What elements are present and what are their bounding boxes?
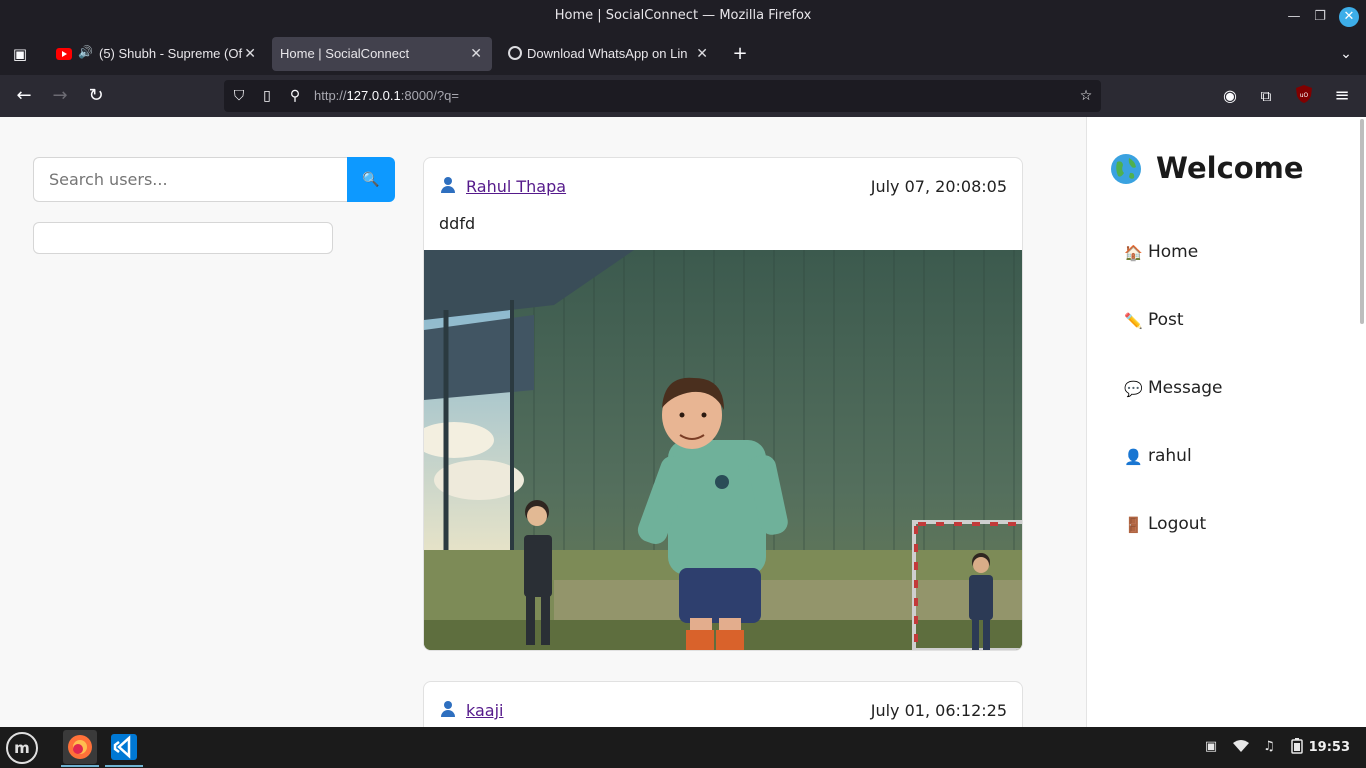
user-icon: [440, 177, 456, 193]
music-icon[interactable]: ♫: [1260, 738, 1278, 756]
whatsapp-icon: [508, 46, 522, 60]
sidebar-item-label: Post: [1148, 310, 1184, 330]
welcome-heading: Welcome: [1156, 151, 1304, 185]
tab-socialconnect[interactable]: Home | SocialConnect ✕: [272, 37, 492, 71]
shield-icon[interactable]: ⛉: [230, 87, 248, 105]
sidebar-item-label: Logout: [1148, 514, 1207, 534]
vscode-taskbar-icon[interactable]: [105, 730, 143, 767]
clipboard-icon[interactable]: ▣: [1202, 738, 1220, 756]
youtube-icon: [56, 48, 72, 60]
list-tabs-chevron-icon[interactable]: ⌄: [1334, 42, 1358, 66]
svg-text:uO: uO: [1300, 92, 1309, 99]
pencil-icon: ✏️: [1124, 312, 1143, 330]
address-bar[interactable]: ⛉ ▯ ⚲ http://127.0.0.1:8000/?q= ☆: [224, 80, 1101, 112]
search-button[interactable]: 🔍: [347, 157, 395, 202]
back-button[interactable]: ←: [12, 84, 36, 108]
page-viewport: 🔍 Rahul Thapa July 07, 20:08:05 ddfd: [0, 117, 1366, 727]
post-card: kaaji July 01, 06:12:25: [423, 681, 1023, 727]
post-card: Rahul Thapa July 07, 20:08:05 ddfd: [423, 157, 1023, 651]
globe-icon: [1109, 152, 1143, 186]
speaker-icon[interactable]: 🔊: [78, 45, 93, 59]
tab-label: Download WhatsApp on Lin: [527, 46, 688, 61]
battery-icon[interactable]: [1288, 738, 1306, 756]
extensions-icon[interactable]: ⧉: [1254, 84, 1278, 108]
speech-bubble-icon: 💬: [1124, 380, 1143, 398]
wifi-icon[interactable]: [1232, 738, 1250, 756]
post-author-link[interactable]: Rahul Thapa: [466, 177, 566, 196]
post-timestamp: July 07, 20:08:05: [870, 177, 1007, 196]
home-icon: 🏠: [1124, 244, 1143, 262]
post-text: ddfd: [439, 214, 476, 233]
search-icon: 🔍: [362, 171, 380, 187]
sidebar-item-label: rahul: [1148, 446, 1192, 466]
search-users-input[interactable]: [33, 157, 347, 202]
menu-hamburger-icon[interactable]: ≡: [1330, 84, 1354, 108]
tab-strip: ▣ 🔊 (5) Shubh - Supreme (Of ✕ Home | Soc…: [0, 33, 1366, 75]
post-header: Rahul Thapa July 07, 20:08:05: [424, 158, 1022, 214]
clock[interactable]: 19:53: [1309, 740, 1350, 755]
url-text[interactable]: http://127.0.0.1:8000/?q=: [314, 88, 459, 103]
minimize-button[interactable]: —: [1284, 7, 1304, 27]
firefox-taskbar-icon[interactable]: [61, 730, 99, 767]
sidebar-item-label: Home: [1148, 242, 1199, 262]
account-icon[interactable]: ◉: [1218, 84, 1242, 108]
firefox-view-icon[interactable]: ▣: [8, 42, 32, 66]
taskbar: m ▣ ♫ 19:53: [0, 727, 1366, 768]
window-title: Home | SocialConnect — Mozilla Firefox: [554, 8, 812, 23]
reload-button[interactable]: ↻: [84, 84, 108, 108]
sidebar-item-label: Message: [1148, 378, 1223, 398]
post-author-link[interactable]: kaaji: [466, 701, 503, 720]
right-sidebar: Welcome 🏠 Home ✏️ Post 💬 Message 👤 rahul…: [1086, 117, 1366, 727]
bookmark-star-icon[interactable]: ☆: [1077, 87, 1095, 105]
post-timestamp: July 01, 06:12:25: [870, 701, 1007, 720]
ublock-icon[interactable]: uO: [1292, 84, 1316, 108]
post-image: [424, 250, 1022, 650]
search-results-box: [33, 222, 333, 254]
tab-youtube[interactable]: 🔊 (5) Shubh - Supreme (Of ✕: [44, 37, 266, 71]
page-scrollbar[interactable]: [1360, 119, 1364, 324]
maximize-button[interactable]: ❐: [1310, 7, 1330, 27]
forward-button[interactable]: →: [48, 84, 72, 108]
tab-close-icon[interactable]: ✕: [470, 45, 482, 62]
linux-mint-menu-icon[interactable]: m: [6, 732, 38, 764]
close-window-button[interactable]: ✕: [1339, 7, 1359, 27]
tab-whatsapp[interactable]: Download WhatsApp on Lin ✕: [498, 37, 718, 71]
user-search-form: 🔍: [33, 157, 395, 202]
new-tab-button[interactable]: +: [728, 42, 752, 66]
permissions-icon[interactable]: ⚲: [286, 87, 304, 105]
tab-label: Home | SocialConnect: [280, 46, 410, 61]
post-header: kaaji July 01, 06:12:25: [424, 682, 1022, 727]
navigation-toolbar: ← → ↻ ⛉ ▯ ⚲ http://127.0.0.1:8000/?q= ☆ …: [0, 75, 1366, 117]
tab-close-icon[interactable]: ✕: [696, 45, 708, 62]
user-icon: [440, 701, 456, 717]
door-icon: 🚪: [1124, 516, 1143, 534]
window-titlebar: Home | SocialConnect — Mozilla Firefox —…: [0, 0, 1366, 33]
tab-close-icon[interactable]: ✕: [244, 45, 256, 62]
tab-label: (5) Shubh - Supreme (Of: [99, 46, 243, 61]
user-icon: 👤: [1124, 448, 1143, 466]
page-icon[interactable]: ▯: [258, 87, 276, 105]
